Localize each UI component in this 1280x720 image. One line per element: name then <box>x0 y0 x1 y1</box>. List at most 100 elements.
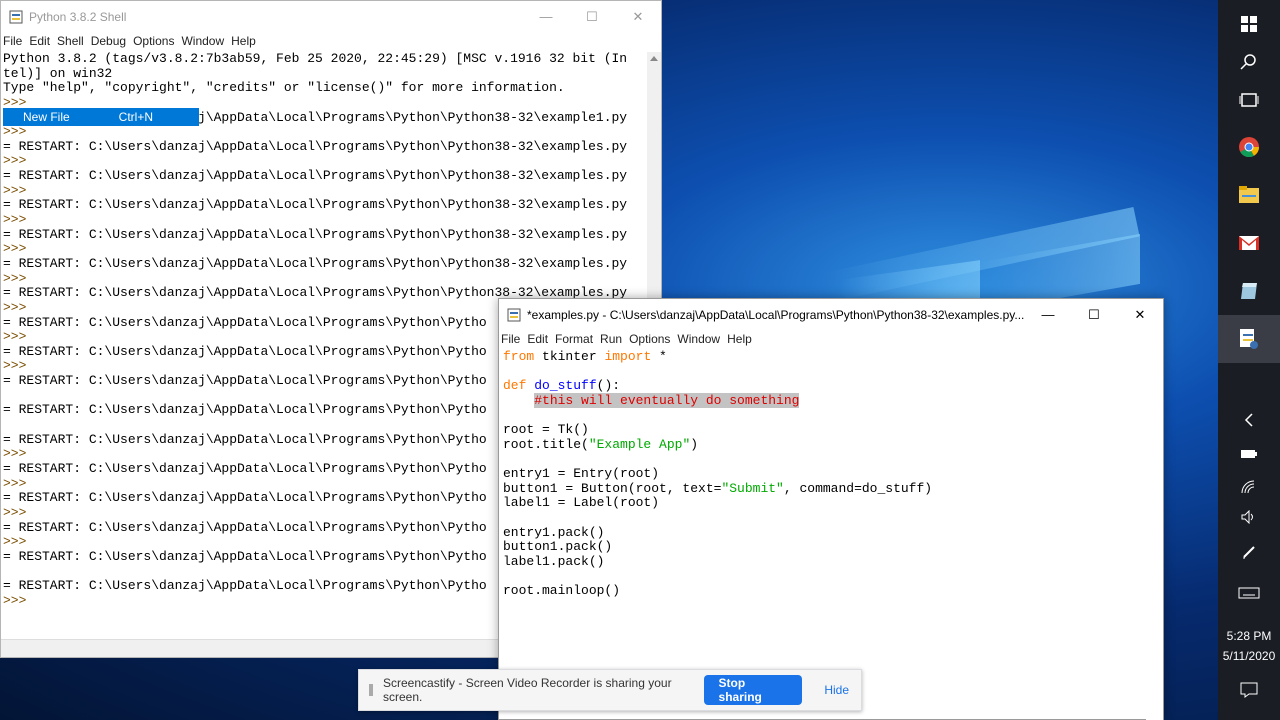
menu-item-shortcut: Ctrl+N <box>118 110 153 124</box>
shell-output-line: Python 3.8.2 (tags/v3.8.2:7b3ab59, Feb 2… <box>3 52 628 66</box>
shell-prompt-line: >>> <box>3 270 27 286</box>
code-token: root.mainloop() <box>503 583 621 599</box>
notifications-icon[interactable] <box>1218 666 1280 714</box>
code-token: #this will eventually do something <box>534 392 800 408</box>
menu-options[interactable]: Options <box>626 332 674 346</box>
editor-menu-bar: File Edit Format Run Options Window Help <box>499 330 1163 348</box>
shell-prompt-line: >>> <box>3 212 27 228</box>
code-token: do_stuff <box>534 378 597 394</box>
menu-format[interactable]: Format <box>552 332 597 346</box>
code-line: button1 = Button(root, text="Submit", co… <box>503 480 1143 497</box>
shell-title: Python 3.8.2 Shell <box>29 9 127 24</box>
python-idle-icon[interactable] <box>1218 315 1280 363</box>
keyboard-icon[interactable] <box>1218 569 1280 617</box>
shell-prompt-line: >>> <box>3 241 27 257</box>
menu-item-label: New File <box>23 110 70 124</box>
screen-sharing-bar: Screencastify - Screen Video Recorder is… <box>358 669 862 711</box>
code-token: "Example App" <box>588 436 691 452</box>
menu-help[interactable]: Help <box>228 34 260 48</box>
shell-output-line: = RESTART: C:\Users\danzaj\AppData\Local… <box>3 197 628 213</box>
code-token: entry1.pack() <box>503 524 605 540</box>
code-token: , command=do_stuff) <box>783 480 933 496</box>
shell-output-line: Type "help", "copyright", "credits" or "… <box>3 80 565 96</box>
code-token: (): <box>596 378 621 394</box>
system-clock[interactable]: 5:28 PM 5/11/2020 <box>1218 626 1280 666</box>
maximize-button[interactable]: ☐ <box>1071 299 1117 330</box>
code-token: root.title( <box>503 436 589 452</box>
task-view-icon[interactable] <box>1218 76 1280 124</box>
code-line: label1.pack() <box>503 553 1143 570</box>
shell-prompt-line: >>> <box>3 182 27 198</box>
maximize-button[interactable]: ☐ <box>569 1 615 32</box>
code-line: button1.pack() <box>503 540 1143 555</box>
code-line: from tkinter import * <box>503 349 1143 365</box>
menu-file[interactable]: File <box>499 332 524 346</box>
menu-shell[interactable]: Shell <box>54 34 88 48</box>
code-line: def do_stuff(): <box>503 378 1143 394</box>
menu-window[interactable]: Window <box>674 332 724 346</box>
shell-output-line: = RESTART: C:\Users\danzaj\AppData\Local… <box>3 168 628 184</box>
shell-title-bar[interactable]: Python 3.8.2 Shell — ☐ ✕ <box>1 1 661 32</box>
menu-help[interactable]: Help <box>724 332 756 346</box>
code-token: label1.pack() <box>503 553 605 569</box>
code-token: def <box>503 378 527 394</box>
code-token: label1 = Label(root) <box>503 495 660 511</box>
menu-edit[interactable]: Edit <box>26 34 54 48</box>
menu-item-new-file[interactable]: New File Ctrl+N <box>3 108 199 126</box>
editor-title-bar[interactable]: *examples.py - C:\Users\danzaj\AppData\L… <box>499 299 1163 330</box>
code-line: #this will eventually do something <box>503 392 1143 409</box>
editor-window: *examples.py - C:\Users\danzaj\AppData\L… <box>498 298 1164 720</box>
sharing-message: Screencastify - Screen Video Recorder is… <box>383 676 672 704</box>
shell-output-line: tel)] on win32 <box>3 65 113 81</box>
code-token: ) <box>690 436 699 452</box>
file-explorer-icon[interactable] <box>1218 171 1280 219</box>
code-token: * <box>651 349 667 364</box>
code-token: button1.pack() <box>503 539 613 555</box>
code-token: import <box>604 349 652 364</box>
drag-handle-icon[interactable] <box>369 684 373 696</box>
shell-prompt-line: >>> <box>3 124 27 140</box>
menu-debug[interactable]: Debug <box>88 34 130 48</box>
shell-output-line: = RESTART: C:\Users\danzaj\AppData\Local… <box>3 138 628 154</box>
stop-sharing-button[interactable]: Stop sharing <box>703 675 803 705</box>
minimize-button[interactable]: — <box>1025 299 1071 330</box>
app-icon[interactable] <box>1218 267 1280 315</box>
code-token: "Submit" <box>721 480 784 496</box>
hide-button[interactable]: Hide <box>812 675 861 705</box>
menu-run[interactable]: Run <box>597 332 626 346</box>
editor-title: *examples.py - C:\Users\danzaj\AppData\L… <box>527 307 1025 322</box>
menu-window[interactable]: Window <box>178 34 228 48</box>
close-button[interactable]: ✕ <box>1117 299 1163 330</box>
minimize-button[interactable]: — <box>523 1 569 32</box>
menu-edit[interactable]: Edit <box>524 332 552 346</box>
code-token: from <box>503 349 535 364</box>
code-line: entry1.pack() <box>503 524 1143 541</box>
shell-prompt-line: >>> <box>3 153 27 169</box>
gmail-icon[interactable] <box>1218 219 1280 267</box>
code-line: root = Tk() <box>503 422 1143 438</box>
menu-options[interactable]: Options <box>130 34 178 48</box>
chrome-icon[interactable] <box>1218 123 1280 171</box>
clock-time: 5:28 PM <box>1226 629 1272 643</box>
code-token: entry1 = Entry(root) <box>503 466 660 482</box>
code-token: tkinter <box>534 349 605 364</box>
scroll-up-arrow-icon[interactable] <box>650 56 658 61</box>
code-token: button1 = Button(root, text= <box>503 480 722 496</box>
python-idle-icon <box>9 10 23 23</box>
editor-scrollbar[interactable] <box>1146 350 1163 720</box>
clock-date: 5/11/2020 <box>1222 649 1276 663</box>
shell-output-line: = RESTART: C:\Users\danzaj\AppData\Local… <box>3 226 628 242</box>
code-line: root.mainloop() <box>503 583 1143 599</box>
code-line: label1 = Label(root) <box>503 496 1143 511</box>
close-button[interactable]: ✕ <box>615 1 661 32</box>
code-editor[interactable]: from tkinter import * def do_stuff(): #th… <box>503 349 1143 599</box>
code-line: root.title("Example App") <box>503 436 1143 453</box>
taskbar: 5:28 PM 5/11/2020 <box>1218 0 1280 720</box>
menu-file[interactable]: File <box>1 34 26 48</box>
